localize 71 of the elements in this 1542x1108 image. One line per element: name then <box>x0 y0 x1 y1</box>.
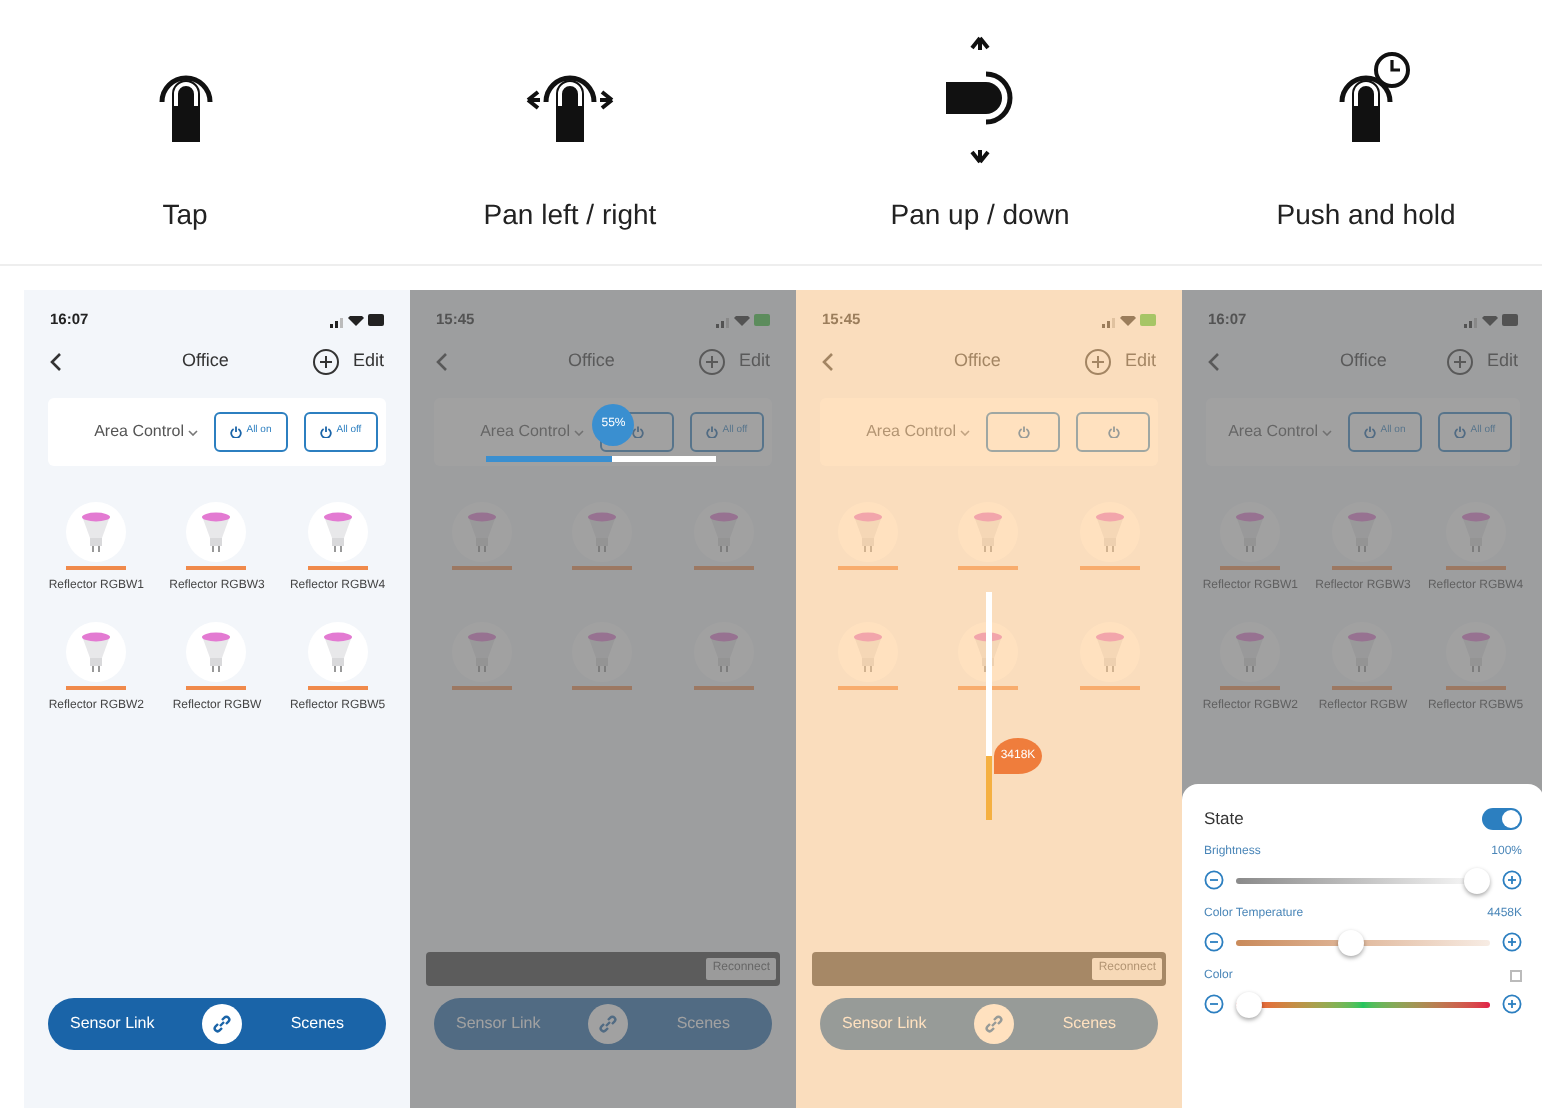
state-label: State <box>1204 806 1244 832</box>
plus-icon[interactable] <box>1502 994 1522 1015</box>
bulb-icon <box>307 502 368 562</box>
signal-icon <box>1464 313 1478 327</box>
link-icon <box>598 1014 619 1034</box>
edit-button[interactable]: Edit <box>352 348 384 376</box>
bulb-icon <box>186 622 247 682</box>
scenes-button[interactable]: Scenes <box>290 1012 344 1036</box>
area-control-dropdown[interactable]: Area Control <box>480 420 584 444</box>
link-button[interactable] <box>202 1004 243 1044</box>
gesture-label: Push and hold <box>1276 196 1456 234</box>
screen-title: Office <box>568 348 615 375</box>
scenes-button[interactable]: Scenes <box>676 1012 730 1036</box>
power-icon <box>1454 426 1467 438</box>
plus-icon[interactable] <box>1502 932 1522 953</box>
chevron-icon <box>188 429 198 435</box>
gesture-label: Tap <box>162 196 208 234</box>
back-icon[interactable] <box>50 352 62 372</box>
screen-title: Office <box>954 348 1001 375</box>
area-control-dropdown[interactable]: Area Control <box>1228 420 1332 444</box>
power-icon <box>1017 426 1029 438</box>
edit-button[interactable]: Edit <box>1486 348 1518 376</box>
bulb-icon <box>66 502 127 562</box>
power-icon <box>631 426 643 438</box>
slider-thumb[interactable] <box>1464 867 1490 894</box>
temperature-slider[interactable] <box>1236 929 1490 956</box>
color-slider[interactable] <box>1236 991 1490 1018</box>
signal-icon <box>1102 313 1116 327</box>
power-icon <box>1364 426 1377 438</box>
wifi-icon <box>348 315 364 325</box>
wifi-icon <box>1482 315 1498 325</box>
slider-thumb[interactable] <box>1338 929 1365 956</box>
state-toggle[interactable] <box>1482 807 1522 830</box>
minus-icon[interactable] <box>1204 870 1224 891</box>
signal-icon <box>716 313 730 327</box>
chevron-icon <box>960 429 970 435</box>
area-control-dropdown[interactable]: Area Control <box>94 420 198 444</box>
scenes-button[interactable]: Scenes <box>1062 1012 1116 1036</box>
brightness-slider[interactable] <box>1236 867 1490 894</box>
screen-title: Office <box>1340 348 1387 375</box>
all-off-button[interactable] <box>1076 412 1150 452</box>
chevron-icon <box>1322 429 1332 435</box>
minus-icon[interactable] <box>1204 932 1224 953</box>
add-icon[interactable] <box>312 348 341 376</box>
link-icon <box>984 1014 1005 1034</box>
sensor-link-button[interactable]: Sensor Link <box>70 1012 155 1036</box>
chevron-icon <box>574 429 584 435</box>
power-icon <box>230 426 243 438</box>
bulb-icon <box>186 502 247 562</box>
all-on-button[interactable] <box>986 412 1060 452</box>
link-icon <box>212 1014 233 1034</box>
edit-button[interactable]: Edit <box>1124 348 1156 376</box>
sensor-link-button[interactable]: Sensor Link <box>456 1012 541 1036</box>
sensor-link-button[interactable]: Sensor Link <box>842 1012 927 1036</box>
edit-button[interactable]: Edit <box>738 348 770 376</box>
plus-icon[interactable] <box>1502 870 1522 891</box>
wifi-icon <box>734 315 750 325</box>
power-icon <box>320 426 333 438</box>
wifi-icon <box>1120 315 1136 325</box>
bulb-icon <box>307 622 368 682</box>
area-control-dropdown[interactable]: Area Control <box>866 420 970 444</box>
minus-icon[interactable] <box>1204 994 1224 1015</box>
power-icon <box>706 426 719 438</box>
slider-thumb[interactable] <box>1236 991 1262 1018</box>
power-icon <box>1107 426 1119 438</box>
screen-title: Office <box>182 348 229 375</box>
signal-icon <box>330 313 344 327</box>
color-checkbox[interactable] <box>1510 970 1522 983</box>
gesture-label: Pan up / down <box>890 196 1070 234</box>
gesture-label: Pan left / right <box>483 196 657 234</box>
bulb-icon <box>66 622 127 682</box>
